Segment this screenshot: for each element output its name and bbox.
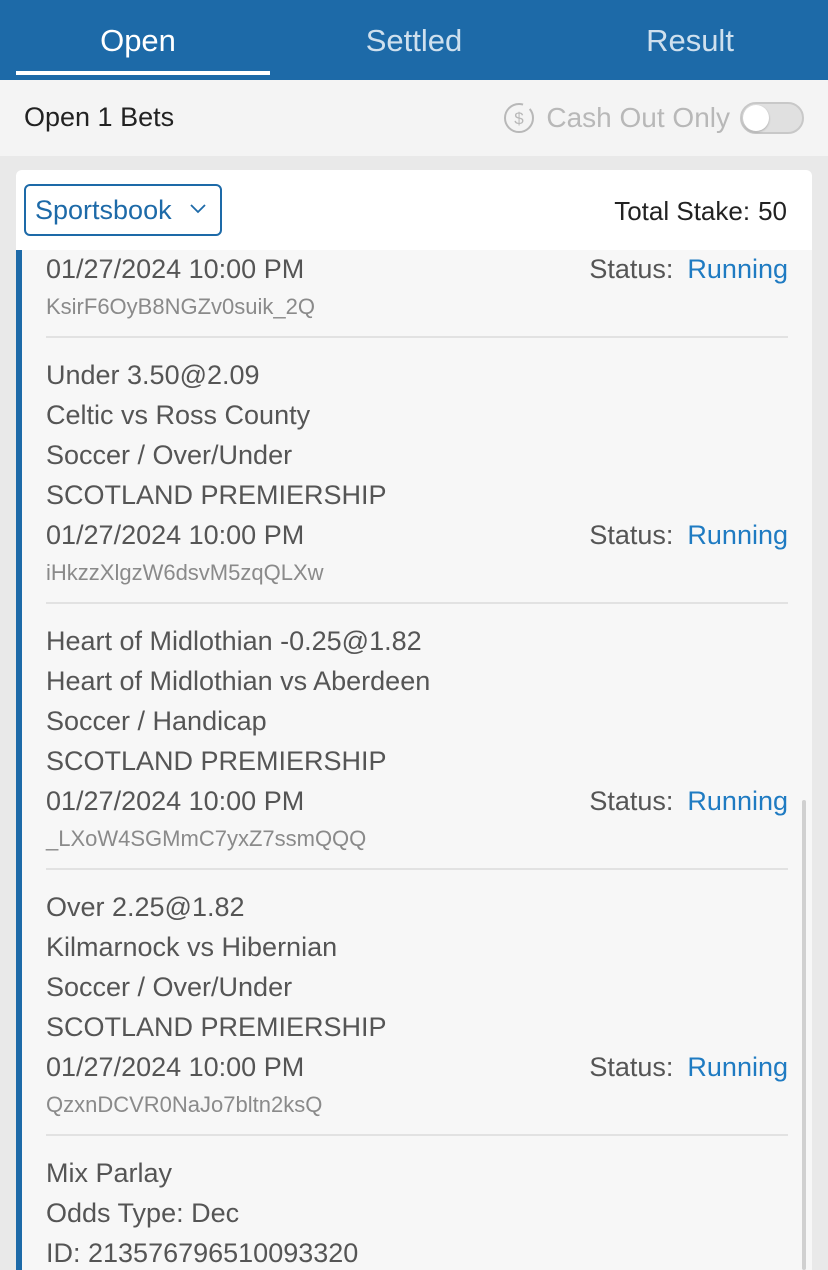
bet-id: QzxnDCVR0NaJo7bltn2ksQ xyxy=(46,1092,323,1117)
product-dropdown[interactable]: Sportsbook xyxy=(24,184,222,236)
tab-open[interactable]: Open xyxy=(0,0,276,80)
divider xyxy=(46,336,788,338)
status-value: Running xyxy=(687,520,788,550)
bet-date: 01/27/2024 10:00 PM xyxy=(46,1052,305,1082)
bet-match: Heart of Midlothian vs Aberdeen xyxy=(46,666,431,696)
product-dropdown-value: Sportsbook xyxy=(35,194,172,225)
parlay-odds-type: Odds Type: Dec xyxy=(46,1198,240,1228)
bet-selection: Over 2.25@1.82 xyxy=(46,892,245,922)
status-value: Running xyxy=(687,1052,788,1082)
bet-list[interactable]: 01/27/2024 10:00 PM Status: Running KsirF… xyxy=(16,250,812,1270)
parlay-id: ID: 213576796510093320 xyxy=(46,1238,359,1268)
open-bets-count: Open 1 Bets xyxy=(24,102,175,132)
bet-date: 01/27/2024 10:00 PM xyxy=(46,254,305,284)
scrollbar[interactable] xyxy=(802,800,806,1270)
chevron-down-icon xyxy=(190,204,206,214)
tab-result[interactable]: Result xyxy=(552,0,828,80)
bet-selection: Under 3.50@2.09 xyxy=(46,360,260,390)
bet-match: Celtic vs Ross County xyxy=(46,400,311,430)
bet-market: Soccer / Handicap xyxy=(46,706,267,736)
open-bets-header: Open 1 Bets $ Cash Out Only xyxy=(0,80,828,156)
bet-status: Status: Running xyxy=(589,254,788,285)
total-stake: Total Stake: 50 xyxy=(614,196,787,227)
bet-league: SCOTLAND PREMIERSHIP xyxy=(46,746,387,776)
divider xyxy=(46,602,788,604)
divider xyxy=(46,868,788,870)
bet-selection: Heart of Midlothian -0.25@1.82 xyxy=(46,626,422,656)
svg-text:$: $ xyxy=(515,109,525,128)
total-stake-value: 50 xyxy=(758,196,787,226)
bet-id: KsirF6OyB8NGZv0suik_2Q xyxy=(46,294,315,319)
bet-id: iHkzzXlgzW6dsvM5zqQLXw xyxy=(46,560,324,585)
bet-market: Soccer / Over/Under xyxy=(46,972,293,1002)
cash-out-only-toggle[interactable] xyxy=(740,102,804,134)
status-value: Running xyxy=(687,786,788,816)
dollar-circle-icon: $ xyxy=(504,103,535,133)
total-stake-label: Total Stake: xyxy=(614,196,751,226)
status-value: Running xyxy=(687,254,788,284)
divider xyxy=(46,1134,788,1136)
bet-date: 01/27/2024 10:00 PM xyxy=(46,786,305,816)
bet-status: Status: Running xyxy=(589,1052,788,1083)
tab-settled[interactable]: Settled xyxy=(276,0,552,80)
status-label: Status: xyxy=(589,1052,674,1082)
parlay-title: Mix Parlay xyxy=(46,1158,173,1188)
status-label: Status: xyxy=(589,520,674,550)
bet-league: SCOTLAND PREMIERSHIP xyxy=(46,1012,387,1042)
bet-status: Status: Running xyxy=(589,520,788,551)
bet-status: Status: Running xyxy=(589,786,788,817)
bet-league: SCOTLAND PREMIERSHIP xyxy=(46,480,387,510)
toggle-knob xyxy=(743,105,769,131)
status-label: Status: xyxy=(589,786,674,816)
cash-out-only-label: Cash Out Only xyxy=(546,102,730,133)
bet-market: Soccer / Over/Under xyxy=(46,440,293,470)
bet-date: 01/27/2024 10:00 PM xyxy=(46,520,305,550)
cash-out-only-control[interactable]: $ Cash Out Only xyxy=(502,100,804,136)
bet-match: Kilmarnock vs Hibernian xyxy=(46,932,338,962)
status-label: Status: xyxy=(589,254,674,284)
filter-bar: Sportsbook Total Stake: 50 xyxy=(16,170,812,250)
bet-id: _LXoW4SGMmC7yxZ7ssmQQQ xyxy=(46,826,367,851)
tab-bar: Open Settled Result xyxy=(0,0,828,80)
